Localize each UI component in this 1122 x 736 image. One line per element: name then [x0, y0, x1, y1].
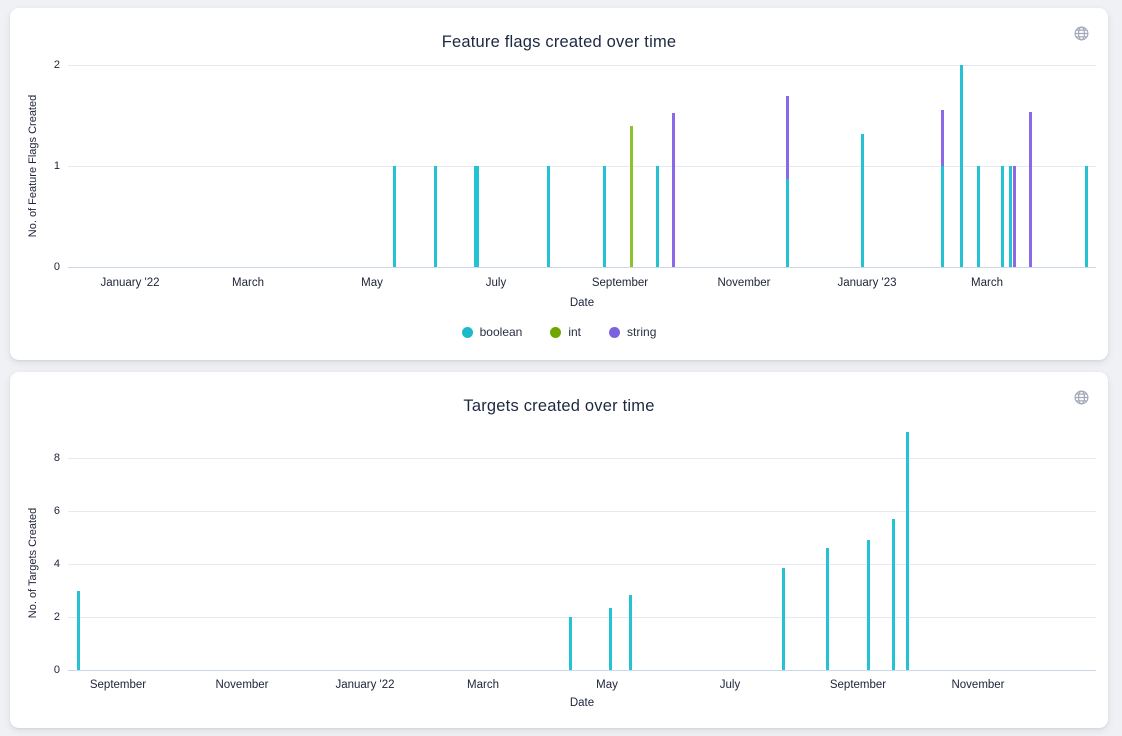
bar-boolean[interactable]: [786, 179, 789, 267]
bar-boolean[interactable]: [1009, 166, 1012, 267]
bar-targets[interactable]: [867, 540, 870, 670]
y-tick-label: 0: [26, 663, 60, 677]
legend-item-string[interactable]: string: [609, 325, 656, 340]
legend-dot-int: [550, 327, 561, 338]
x-tick-label: July: [660, 678, 800, 692]
bar-targets[interactable]: [826, 548, 829, 670]
x-tick-label: March: [178, 276, 318, 290]
bar-int[interactable]: [630, 126, 633, 267]
x-tick-label: May: [302, 276, 442, 290]
y-axis-title: No. of Targets Created: [27, 508, 39, 618]
x-tick-label: November: [908, 678, 1048, 692]
bar-boolean[interactable]: [474, 166, 479, 267]
x-tick-label: September: [550, 276, 690, 290]
x-tick-label: May: [537, 678, 677, 692]
y-axis-title: No. of Feature Flags Created: [27, 95, 39, 237]
legend-label: string: [627, 325, 656, 340]
bar-boolean[interactable]: [977, 166, 980, 267]
x-axis-line: [68, 670, 1096, 671]
y-tick-label: 2: [26, 58, 60, 72]
x-tick-label: March: [917, 276, 1057, 290]
x-tick-label: November: [172, 678, 312, 692]
gridline: [68, 65, 1096, 66]
x-tick-label: March: [413, 678, 553, 692]
x-tick-label: September: [788, 678, 928, 692]
feature-flags-card: Feature flags created over time 012Janua…: [10, 8, 1108, 360]
legend-dot-boolean: [462, 327, 473, 338]
bar-targets[interactable]: [892, 519, 895, 670]
bar-string[interactable]: [672, 113, 675, 268]
targets-card: Targets created over time 02468September…: [10, 372, 1108, 728]
bar-boolean[interactable]: [393, 166, 396, 267]
legend-dot-string: [609, 327, 620, 338]
y-tick-label: 0: [26, 260, 60, 274]
bar-targets[interactable]: [629, 595, 632, 671]
bar-targets[interactable]: [77, 591, 80, 671]
bar-string[interactable]: [1029, 112, 1032, 268]
bar-string[interactable]: [1013, 166, 1016, 267]
bar-boolean[interactable]: [603, 166, 606, 267]
bar-boolean[interactable]: [1001, 166, 1004, 267]
legend-label: int: [568, 325, 581, 340]
legend-item-boolean[interactable]: boolean: [462, 325, 523, 340]
x-axis-title: Date: [68, 696, 1096, 710]
legend-item-int[interactable]: int: [550, 325, 581, 340]
bar-boolean[interactable]: [1085, 166, 1088, 267]
bar-targets[interactable]: [906, 432, 909, 671]
x-tick-label: November: [674, 276, 814, 290]
y-tick-label: 8: [26, 451, 60, 465]
legend: boolean int string: [10, 325, 1108, 340]
bar-string[interactable]: [941, 110, 944, 166]
bar-boolean[interactable]: [656, 166, 659, 267]
bar-targets[interactable]: [782, 568, 785, 670]
x-tick-label: January '23: [797, 276, 937, 290]
bar-boolean[interactable]: [547, 166, 550, 267]
x-tick-label: July: [426, 276, 566, 290]
bar-boolean[interactable]: [434, 166, 437, 267]
bar-boolean[interactable]: [960, 65, 963, 267]
gridline: [68, 458, 1096, 459]
targets-chart: 02468SeptemberNovemberJanuary '22MarchMa…: [10, 372, 1108, 728]
gridline: [68, 617, 1096, 618]
bar-boolean[interactable]: [861, 134, 864, 267]
bar-targets[interactable]: [569, 617, 572, 670]
x-axis-line: [68, 267, 1096, 268]
gridline: [68, 511, 1096, 512]
legend-label: boolean: [480, 325, 523, 340]
bar-targets[interactable]: [609, 608, 612, 670]
x-tick-label: September: [48, 678, 188, 692]
gridline: [68, 564, 1096, 565]
bar-string[interactable]: [786, 96, 789, 179]
x-axis-title: Date: [68, 296, 1096, 310]
feature-flags-chart: 012January '22MarchMayJulySeptemberNovem…: [10, 8, 1108, 360]
bar-boolean[interactable]: [941, 166, 944, 267]
